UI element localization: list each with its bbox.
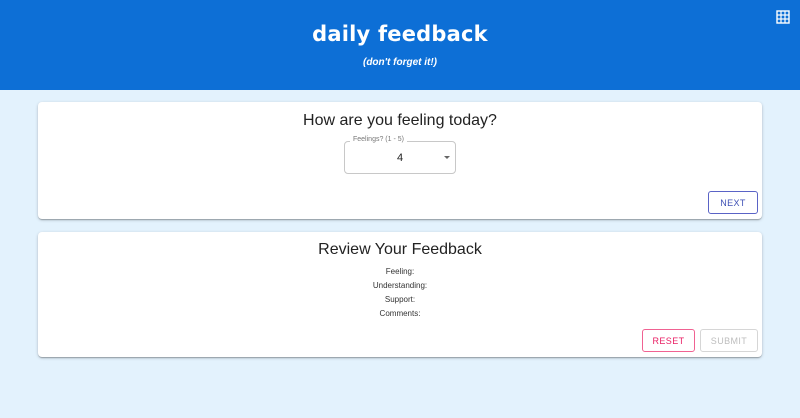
chevron-down-icon [444,156,450,159]
feelings-select[interactable]: Feelings? (1 - 5) 4 [344,136,456,174]
review-card: Review Your Feedback Feeling: Understand… [38,232,762,357]
reset-button[interactable]: RESET [642,329,695,352]
app-subtitle: (don't forget it!) [362,57,438,68]
review-understanding-label: Understanding: [372,281,428,290]
review-comments-label: Comments: [379,309,421,318]
next-button[interactable]: NEXT [708,191,758,214]
question-card: How are you feeling today? Feelings? (1 … [38,102,762,219]
submit-button[interactable]: SUBMIT [700,329,758,352]
app-title: daily feedback [312,22,488,46]
review-support-label: Support: [384,295,416,304]
feelings-select-value: 4 [396,152,404,164]
review-title: Review Your Feedback [318,241,482,258]
feelings-select-label: Feelings? (1 - 5) [350,136,407,143]
app-header: daily feedback (don't forget it!) [0,0,800,90]
review-feeling-label: Feeling: [385,267,415,276]
grid-icon[interactable] [776,10,790,24]
review-summary: Feeling: Understanding: Support: Comment… [38,265,762,321]
question-title: How are you feeling today? [303,112,497,129]
